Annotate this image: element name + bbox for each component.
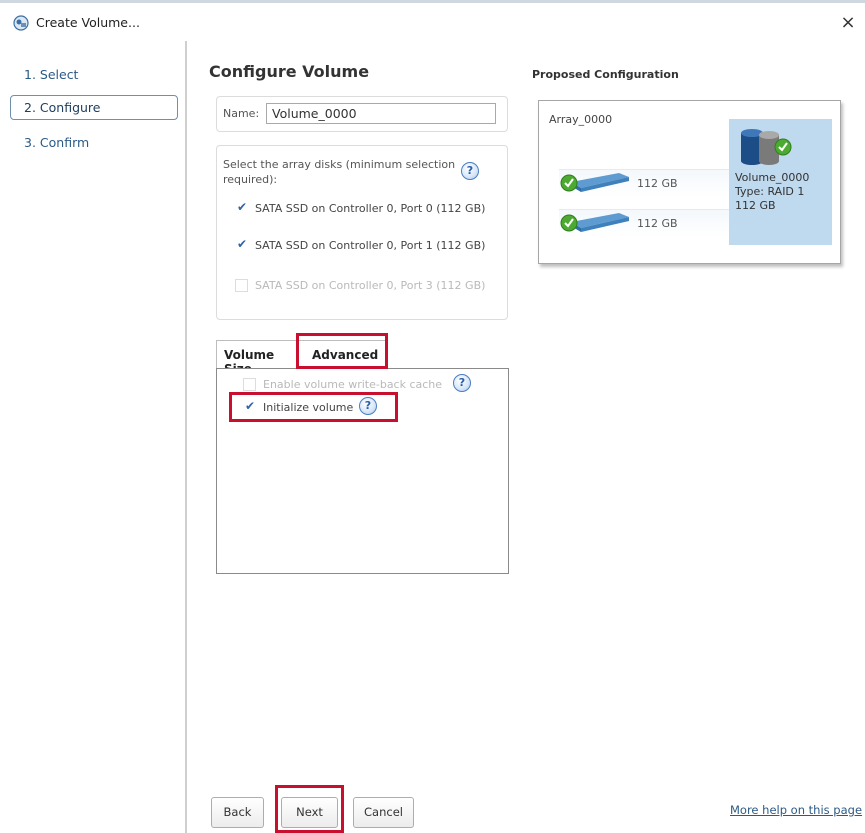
- option-write-back-cache: Enable volume write-back cache: [243, 377, 442, 392]
- check-icon: ✔: [237, 200, 248, 214]
- proposed-volume-card: Volume_0000 Type: RAID 1 112 GB: [729, 119, 832, 245]
- option-label: Enable volume write-back cache: [263, 378, 443, 391]
- name-group: Name:: [216, 96, 508, 132]
- tab-volume-size[interactable]: Volume Size: [216, 340, 298, 376]
- proposed-disk-row: 112 GB: [559, 169, 729, 197]
- disk-option-port-3: SATA SSD on Controller 0, Port 3 (112 GB…: [235, 278, 495, 293]
- disk-selection-group: Select the array disks (minimum selectio…: [216, 145, 508, 320]
- page-title: Configure Volume: [209, 62, 370, 81]
- disk-checkbox-port-0[interactable]: ✔: [235, 200, 248, 215]
- volume-details: Volume_0000 Type: RAID 1 112 GB: [735, 171, 809, 213]
- write-back-cache-checkbox: [243, 378, 256, 391]
- disk-option-port-0[interactable]: ✔ SATA SSD on Controller 0, Port 0 (112 …: [235, 200, 495, 216]
- advanced-tab-panel: Enable volume write-back cache ? ✔ Initi…: [216, 368, 509, 574]
- volume-name: Volume_0000: [735, 171, 810, 184]
- step-confirm[interactable]: 3. Confirm: [10, 131, 178, 156]
- proposed-array-diagram: Array_0000 112 GB 112 GB Volume_0000 Typ…: [538, 100, 841, 264]
- disk-selection-header: Select the array disks (minimum selectio…: [223, 158, 456, 186]
- proposed-disk-row: 112 GB: [559, 209, 729, 237]
- ssd-drive-icon: [560, 213, 629, 232]
- initialize-help-icon[interactable]: ?: [359, 397, 377, 415]
- disk-checkbox-port-1[interactable]: ✔: [235, 237, 248, 252]
- disk-option-port-1[interactable]: ✔ SATA SSD on Controller 0, Port 1 (112 …: [235, 237, 495, 253]
- option-label: Initialize volume: [263, 401, 354, 414]
- option-initialize-volume[interactable]: ✔ Initialize volume: [243, 399, 354, 415]
- array-name: Array_0000: [549, 113, 613, 126]
- tab-advanced[interactable]: Advanced: [298, 340, 386, 370]
- proposed-config-title: Proposed Configuration: [532, 68, 679, 81]
- initialize-volume-checkbox[interactable]: ✔: [243, 399, 256, 414]
- wizard-steps-sidebar: 1. Select 2. Configure 3. Confirm: [0, 41, 187, 833]
- volume-name-input[interactable]: [266, 103, 496, 124]
- step-configure[interactable]: 2. Configure: [10, 95, 178, 120]
- name-label: Name:: [223, 107, 260, 120]
- ssd-drive-icon: [560, 173, 629, 192]
- step-select[interactable]: 1. Select: [10, 63, 178, 88]
- disk-checkbox-port-3: [235, 279, 248, 292]
- back-button[interactable]: Back: [211, 797, 264, 828]
- disk-option-label: SATA SSD on Controller 0, Port 1 (112 GB…: [255, 239, 486, 252]
- check-icon: ✔: [245, 399, 256, 413]
- next-button[interactable]: Next: [281, 797, 338, 828]
- more-help-link[interactable]: More help on this page: [730, 803, 862, 817]
- volume-cylinder-icon: [741, 129, 792, 165]
- app-icon: [13, 15, 29, 31]
- cancel-button[interactable]: Cancel: [353, 797, 414, 828]
- disk-help-icon[interactable]: ?: [461, 162, 479, 180]
- close-button[interactable]: ×: [836, 11, 860, 35]
- disk-size: 112 GB: [637, 177, 678, 190]
- volume-type: Type: RAID 1: [735, 185, 805, 198]
- disk-size: 112 GB: [637, 217, 678, 230]
- window-title: Create Volume...: [36, 15, 140, 30]
- check-icon: ✔: [237, 237, 248, 251]
- disk-option-label: SATA SSD on Controller 0, Port 0 (112 GB…: [255, 202, 486, 215]
- write-back-help-icon[interactable]: ?: [453, 374, 471, 392]
- volume-size: 112 GB: [735, 199, 776, 212]
- disk-option-label: SATA SSD on Controller 0, Port 3 (112 GB…: [255, 279, 486, 292]
- title-bar: Create Volume... ×: [0, 3, 865, 41]
